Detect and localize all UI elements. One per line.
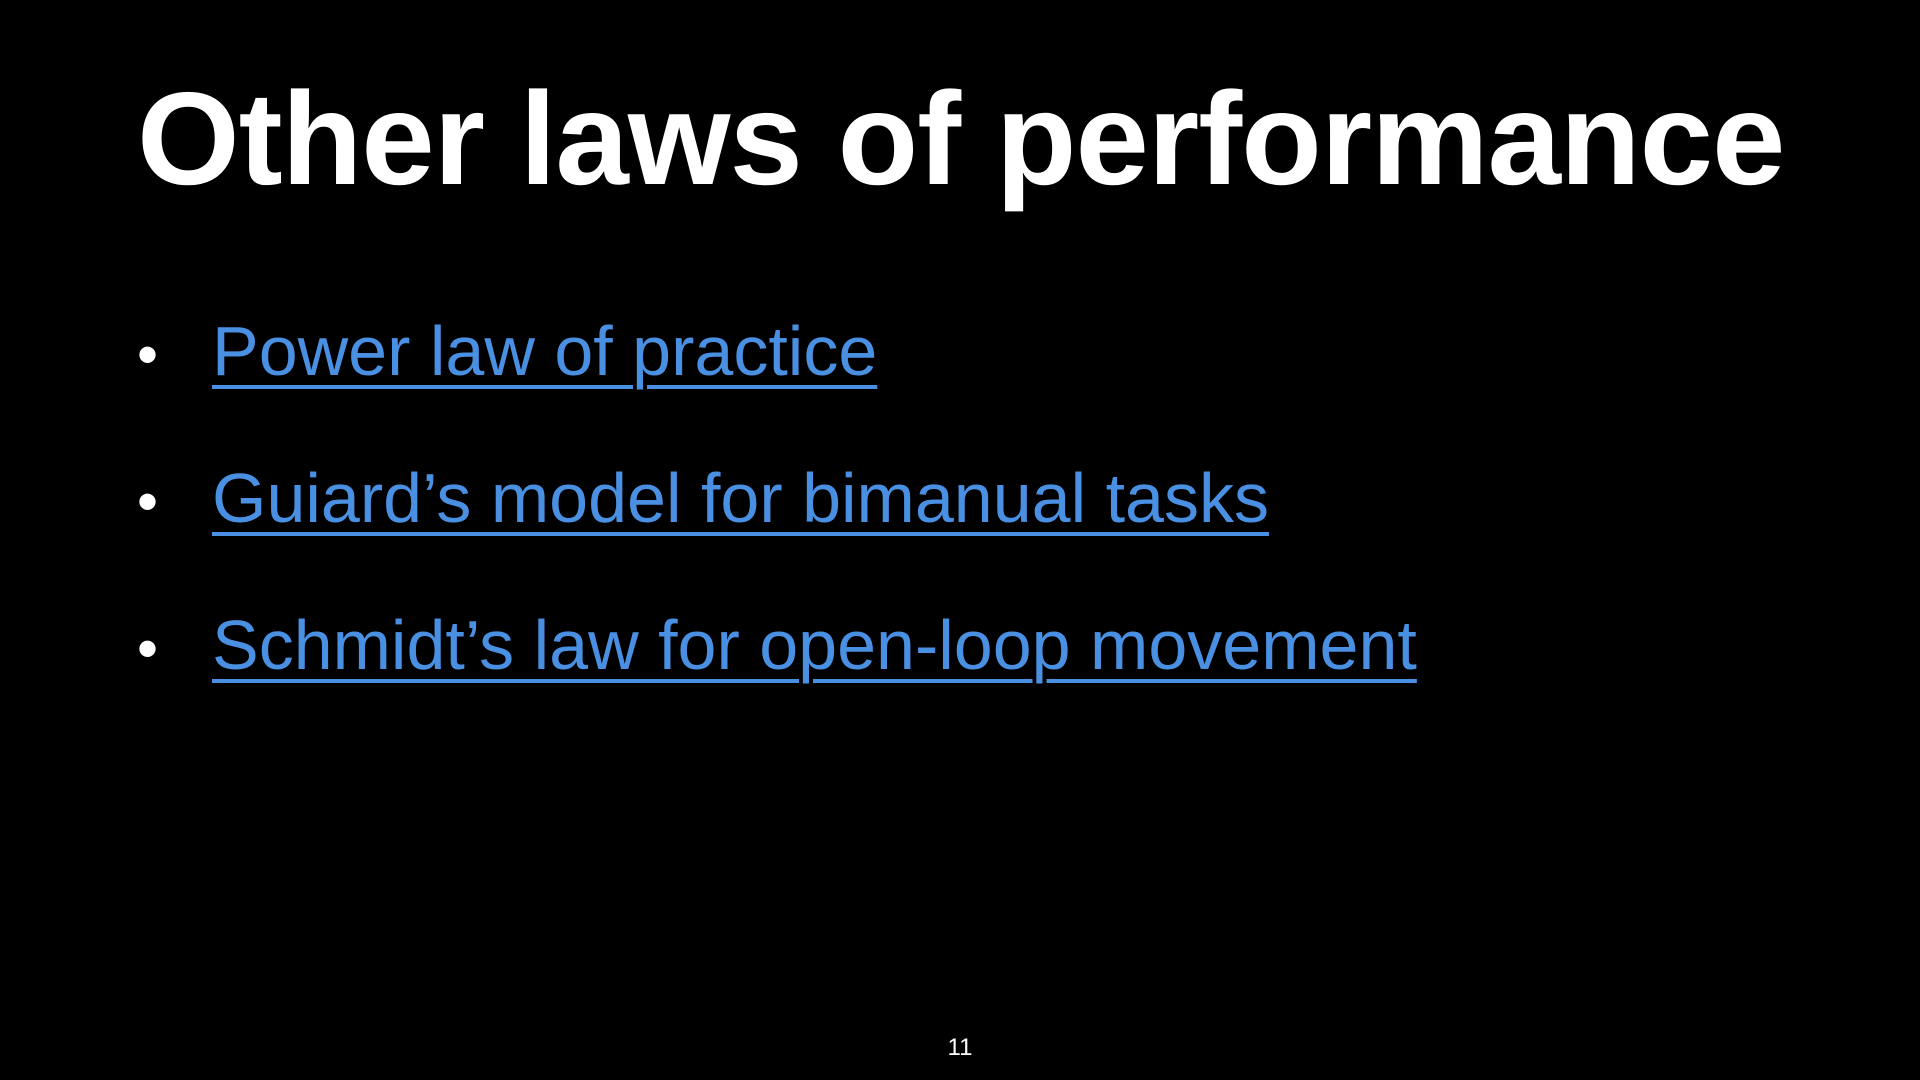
power-law-of-practice-link[interactable]: Power law of practice: [212, 305, 877, 397]
slide-title: Other laws of performance: [137, 65, 1785, 212]
list-item: • Guiard’s model for bimanual tasks: [137, 452, 1417, 599]
bullet-dot-icon: •: [137, 321, 159, 388]
list-item: • Power law of practice: [137, 305, 1417, 452]
guiards-model-link[interactable]: Guiard’s model for bimanual tasks: [212, 452, 1269, 544]
list-item: • Schmidt’s law for open-loop movement: [137, 599, 1417, 746]
slide: Other laws of performance • Power law of…: [0, 0, 1920, 1080]
page-number: 11: [947, 1034, 973, 1061]
schmidts-law-link[interactable]: Schmidt’s law for open-loop movement: [212, 599, 1417, 691]
bullet-dot-icon: •: [137, 615, 159, 682]
bullet-dot-icon: •: [137, 468, 159, 535]
bullet-list: • Power law of practice • Guiard’s model…: [137, 305, 1417, 746]
